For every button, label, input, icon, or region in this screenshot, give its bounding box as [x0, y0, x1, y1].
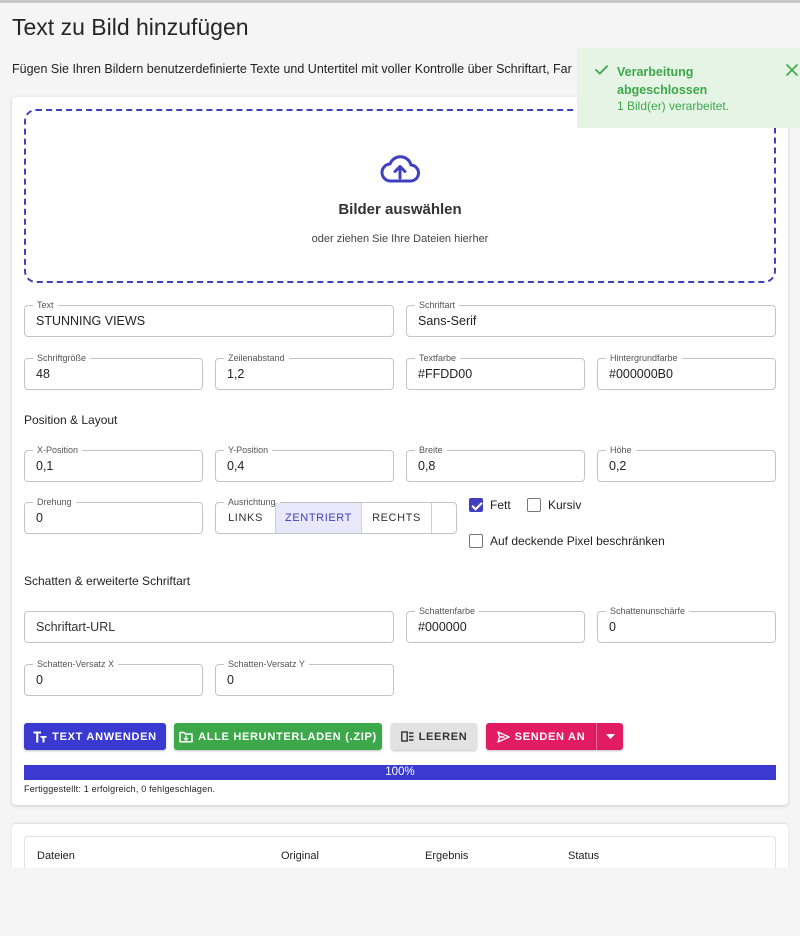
font-size-input[interactable]: [25, 359, 202, 389]
column-status: Status: [568, 850, 600, 862]
image-dropzone[interactable]: Bilder auswählen oder ziehen Sie Ihre Da…: [24, 109, 776, 283]
font-field: Schriftart: [406, 299, 776, 337]
text-format-icon: [33, 731, 47, 742]
progress-bar: 100%: [24, 765, 776, 780]
text-color-input[interactable]: [407, 359, 584, 389]
line-height-input[interactable]: [216, 359, 393, 389]
bold-label: Fett: [490, 498, 511, 512]
shadow-offset-y-input[interactable]: [216, 665, 393, 695]
dropzone-subtitle: oder ziehen Sie Ihre Dateien hierher: [311, 233, 489, 245]
line-height-field: Zeilenabstand: [215, 352, 394, 390]
folder-download-icon: [179, 731, 193, 743]
x-position-field: X-Position: [24, 444, 203, 482]
send-to-dropdown-button[interactable]: [596, 723, 623, 750]
send-icon: [496, 730, 510, 743]
shadow-offset-x-field: Schatten-Versatz X: [24, 658, 203, 696]
alignment-toggle-group: Ausrichtung LINKS ZENTRIERT RECHTS: [215, 496, 457, 534]
height-input[interactable]: [598, 451, 775, 481]
shadow-offset-x-input[interactable]: [25, 665, 202, 695]
bold-checkbox[interactable]: Fett: [469, 498, 511, 512]
download-all-label: ALLE HERUNTERLADEN (.ZIP): [198, 730, 377, 743]
font-url-field: [24, 611, 394, 643]
restrict-pixels-checkbox[interactable]: Auf deckende Pixel beschränken: [469, 534, 665, 548]
page-title: Text zu Bild hinzufügen: [12, 14, 249, 40]
clear-label: LEEREN: [418, 730, 468, 743]
close-icon[interactable]: [786, 64, 798, 76]
send-to-label: SENDEN AN: [514, 730, 586, 743]
italic-label: Kursiv: [548, 498, 582, 512]
bg-color-input[interactable]: [598, 359, 775, 389]
font-url-input[interactable]: [25, 612, 393, 642]
width-input[interactable]: [407, 451, 584, 481]
caret-down-icon: [605, 734, 615, 739]
check-icon: [595, 65, 608, 75]
italic-check-icon: [527, 498, 541, 512]
top-divider: [0, 0, 800, 3]
text-color-field: Textfarbe: [406, 352, 585, 390]
shadow-color-field: Schattenfarbe: [406, 605, 585, 643]
completion-status: Fertiggestellt: 1 erfolgreich, 0 fehlges…: [24, 784, 216, 794]
shadow-section-title: Schatten & erweiterte Schriftart: [24, 574, 191, 588]
results-card: Dateien Original Ergebnis Status: [12, 824, 788, 868]
restrict-check-icon: [469, 534, 483, 548]
align-right-button[interactable]: RECHTS: [362, 503, 432, 533]
column-original: Original: [281, 850, 319, 862]
shadow-offset-y-field: Schatten-Versatz Y: [215, 658, 394, 696]
y-position-field: Y-Position: [215, 444, 394, 482]
page-subtitle: Fügen Sie Ihren Bildern benutzerdefinier…: [12, 62, 572, 76]
shadow-blur-field: Schattenunschärfe: [597, 605, 776, 643]
success-toast: Verarbeitung abgeschlossen 1 Bild(er) ve…: [577, 48, 800, 128]
progress-label: 100%: [385, 766, 415, 778]
shadow-blur-input[interactable]: [598, 612, 775, 642]
send-to-button[interactable]: SENDEN AN: [486, 723, 596, 750]
apply-text-button[interactable]: TEXT ANWENDEN: [24, 723, 166, 750]
x-position-input[interactable]: [25, 451, 202, 481]
clear-list-icon: [400, 731, 414, 742]
width-field: Breite: [406, 444, 585, 482]
align-center-button[interactable]: ZENTRIERT: [276, 503, 362, 533]
text-field: Text: [24, 299, 394, 337]
restrict-label: Auf deckende Pixel beschränken: [490, 534, 665, 548]
results-table-header: Dateien Original Ergebnis Status: [24, 836, 776, 868]
clear-button[interactable]: LEEREN: [391, 723, 477, 750]
bold-check-icon: [469, 498, 483, 512]
font-input[interactable]: [407, 306, 775, 336]
text-input[interactable]: [25, 306, 393, 336]
italic-checkbox[interactable]: Kursiv: [527, 498, 581, 512]
height-field: Höhe: [597, 444, 776, 482]
y-position-input[interactable]: [216, 451, 393, 481]
toast-message: 1 Bild(er) verarbeitet.: [617, 99, 730, 113]
position-section-title: Position & Layout: [24, 413, 118, 427]
text-overlay-card: Bilder auswählen oder ziehen Sie Ihre Da…: [12, 97, 788, 805]
rotation-input[interactable]: [25, 503, 202, 533]
shadow-color-input[interactable]: [407, 612, 584, 642]
bg-color-field: Hintergrundfarbe: [597, 352, 776, 390]
column-files: Dateien: [37, 850, 75, 862]
cloud-upload-icon: [380, 155, 420, 183]
align-left-button[interactable]: LINKS: [216, 503, 276, 533]
font-size-field: Schriftgröße: [24, 352, 203, 390]
toast-title: Verarbeitung abgeschlossen: [617, 65, 708, 97]
download-all-button[interactable]: ALLE HERUNTERLADEN (.ZIP): [174, 723, 382, 750]
apply-text-label: TEXT ANWENDEN: [52, 730, 157, 743]
rotation-field: Drehung: [24, 496, 203, 534]
column-result: Ergebnis: [425, 850, 469, 862]
dropzone-title: Bilder auswählen: [338, 201, 462, 218]
